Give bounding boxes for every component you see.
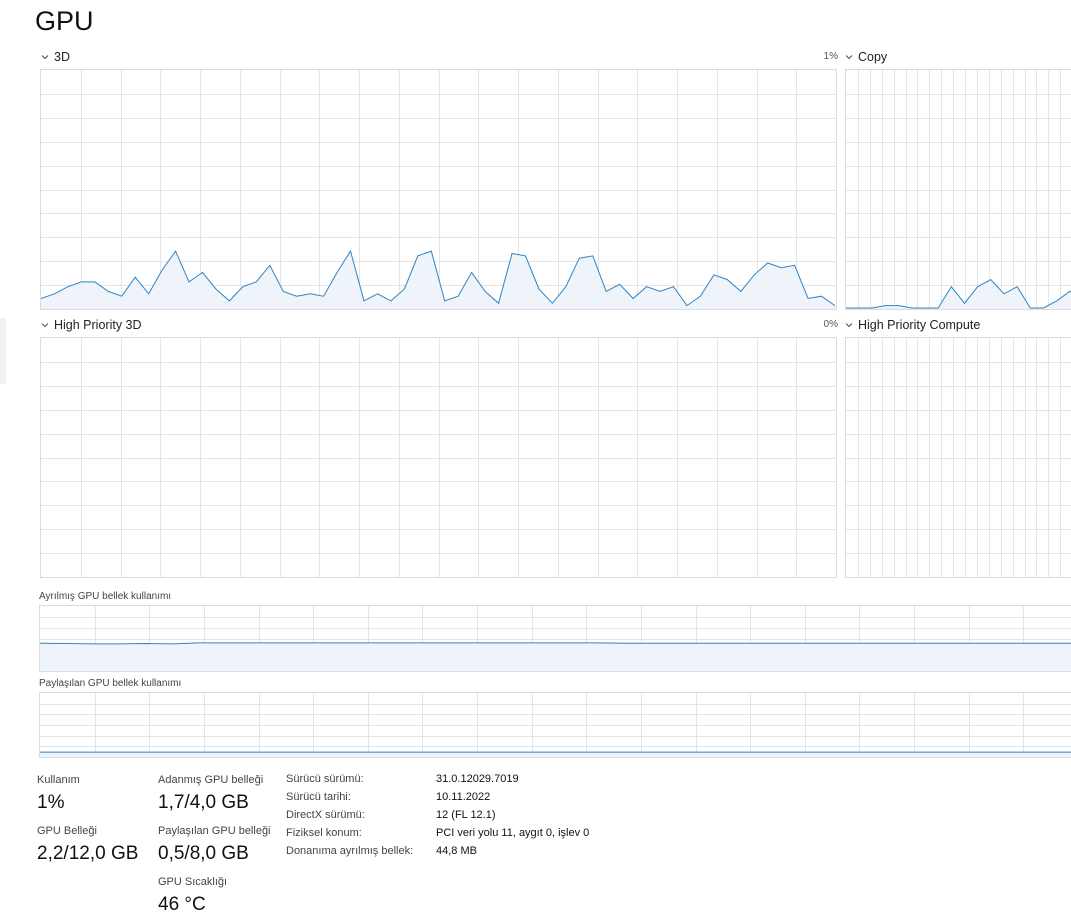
engine-label-high-priority-3d: High Priority 3D [54,318,142,332]
directx-version-value: 12 (FL 12.1) [436,809,496,821]
dedicated-memory-label: Ayrılmış GPU bellek kullanımı [39,591,172,602]
shared-memory-stat-value: 0,5/8,0 GB [158,843,249,864]
engine-percent-high-priority-3d: 0% [823,319,838,330]
grid-lines [41,338,836,577]
physical-location-value: PCI veri yolu 11, aygıt 0, işlev 0 [436,827,590,839]
dedicated-memory-stat-value: 1,7/4,0 GB [158,792,249,813]
chevron-down-icon [41,55,49,60]
series-area [846,279,1071,309]
grid-lines [40,693,1071,757]
engine-header-3d[interactable]: 3D [40,50,70,64]
dedicated-memory-stat-label: Adanmış GPU belleği [158,774,264,786]
engine-graph-high-priority-compute [845,337,1071,578]
grid-lines [846,70,1071,309]
side-scroll-tab [0,318,6,384]
gpu-memory-value: 2,2/12,0 GB [37,843,139,864]
engine-graph-3d [40,69,837,310]
temperature-value: 46 °C [158,894,206,915]
engine-label-3d: 3D [54,50,70,64]
chevron-down-icon [845,323,853,328]
directx-version-key: DirectX sürümü: [286,809,365,821]
engine-graph-copy [845,69,1071,310]
engine-label-copy: Copy [858,50,888,64]
driver-version-key: Sürücü sürümü: [286,773,364,785]
chevron-down-icon [41,323,49,328]
graph-svg [846,338,1071,577]
usage-value: 1% [37,792,65,813]
shared-memory-label: Paylaşılan GPU bellek kullanımı [39,678,182,689]
graph-svg [41,70,836,309]
shared-memory-graph [39,692,1071,758]
engine-graph-high-priority-3d [40,337,837,578]
graph-svg [40,606,1071,671]
engine-percent-3d: 1% [823,51,838,62]
shared-memory-stat-label: Paylaşılan GPU belleği [158,825,271,837]
driver-date-key: Sürücü tarihi: [286,791,351,803]
temperature-label: GPU Sıcaklığı [158,876,228,888]
hardware-reserved-memory-value: 44,8 MB [436,845,477,857]
chevron-down-icon [845,55,853,60]
engine-header-high-priority-compute[interactable]: High Priority Compute [844,318,980,332]
dedicated-memory-graph [39,605,1071,672]
page-title: GPU [35,6,94,36]
physical-location-key: Fiziksel konum: [286,827,362,839]
engine-header-high-priority-3d[interactable]: High Priority 3D [40,318,142,332]
engine-label-high-priority-compute: High Priority Compute [858,318,981,332]
graph-svg [40,693,1071,757]
series-area [40,752,1071,757]
graph-svg [846,70,1071,309]
gpu-memory-label: GPU Belleği [37,825,97,837]
usage-label: Kullanım [37,774,80,786]
engine-header-copy[interactable]: Copy [844,50,887,64]
grid-lines [846,338,1071,577]
graph-svg [41,338,836,577]
driver-date-value: 10.11.2022 [436,791,491,803]
driver-version-value: 31.0.12029.7019 [436,773,519,785]
series-area [40,642,1071,671]
hardware-reserved-memory-key: Donanıma ayrılmış bellek: [286,845,414,857]
